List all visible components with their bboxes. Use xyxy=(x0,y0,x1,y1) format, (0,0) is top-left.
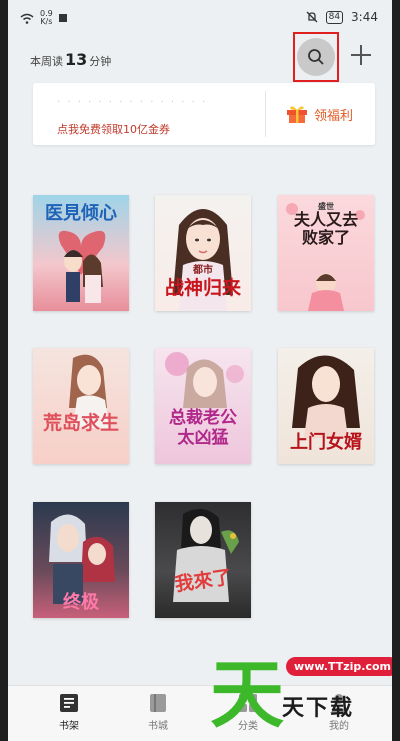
tab-bookstore[interactable]: 书城 xyxy=(123,692,193,732)
book-cover-4[interactable]: 荒岛求生 xyxy=(33,348,129,464)
search-button[interactable] xyxy=(293,32,339,82)
book-cover-2[interactable]: 都市 战神归来 xyxy=(155,195,251,311)
watermark-url-badge: www.TTzip.com xyxy=(286,657,392,676)
status-bar: 0.9 K/s 84 3:44 xyxy=(8,0,392,36)
bookshelf-icon xyxy=(60,694,78,712)
book-title-4: 荒岛求生 xyxy=(42,412,119,434)
notification-icon xyxy=(58,14,67,22)
banner-decoration: · · · · · · · · · · · · · · · xyxy=(57,97,208,108)
book-title-7: 终极 xyxy=(63,592,99,613)
wifi-icon xyxy=(20,13,34,24)
book-cover-7[interactable]: 终极 xyxy=(33,502,129,618)
claim-reward-button[interactable]: 领福利 xyxy=(286,104,353,124)
book-cover-6[interactable]: 上门女婿 xyxy=(278,348,374,464)
gift-icon xyxy=(287,106,307,123)
book-title-3: 夫人又去败家了 xyxy=(293,210,358,247)
divider xyxy=(265,91,266,137)
book-title-5: 总裁老公太凶猛 xyxy=(169,408,237,448)
app-screen: 0.9 K/s 84 3:44 本周读 13 分钟 · · · · · · · · ·… xyxy=(8,0,392,741)
search-icon xyxy=(308,49,324,65)
book-title-2: 战神归来 xyxy=(164,277,241,299)
book-cover-1[interactable]: 医見倾心 xyxy=(33,195,129,311)
add-button[interactable] xyxy=(348,42,374,68)
watermark-text: 天下载 xyxy=(282,696,355,721)
clock: 3:44 xyxy=(351,10,378,24)
bookstore-icon xyxy=(150,694,166,712)
banner-text: 点我免费领取10亿金券 xyxy=(57,123,170,136)
promo-banner[interactable]: · · · · · · · · · · · · · · · 点我免费领取10亿金… xyxy=(33,83,375,145)
tab-bookshelf[interactable]: 书架 xyxy=(34,692,104,732)
weekly-reading-time: 本周读 13 分钟 xyxy=(30,50,112,69)
battery-indicator: 84 xyxy=(325,10,344,24)
book-cover-8[interactable]: 我來了 xyxy=(155,502,251,618)
book-cover-5[interactable]: 总裁老公太凶猛 xyxy=(155,348,251,464)
network-speed: 0.9 K/s xyxy=(40,9,53,26)
reading-minutes: 13 xyxy=(65,50,88,69)
book-title-6: 上门女婿 xyxy=(290,432,362,453)
watermark-logo-icon: 天 xyxy=(210,652,284,730)
watermark-big-char: 天 xyxy=(210,652,284,730)
book-cover-3[interactable]: 盛世 夫人又去败家了 xyxy=(278,195,374,311)
bookshelf-header: 本周读 13 分钟 xyxy=(8,32,392,82)
mute-icon xyxy=(306,11,318,23)
book-title-1: 医見倾心 xyxy=(45,203,117,224)
